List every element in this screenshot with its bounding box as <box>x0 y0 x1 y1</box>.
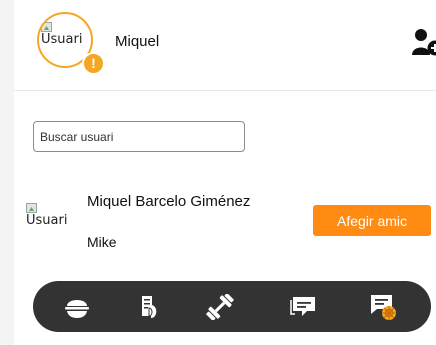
broken-image-icon <box>41 22 52 32</box>
left-border <box>0 0 14 345</box>
chat-icon <box>290 297 315 316</box>
username: Miquel <box>115 33 160 50</box>
profile-avatar[interactable]: Usuari ! <box>37 12 105 75</box>
avatar-image: Usuari <box>41 22 82 47</box>
nav-item-workout[interactable] <box>205 294 235 320</box>
user-plus-icon[interactable] <box>412 28 436 56</box>
friend-avatar-alt-text: Usuari <box>26 213 68 228</box>
alert-badge: ! <box>82 52 105 75</box>
broken-image-icon <box>26 203 37 213</box>
add-friend-button[interactable]: Afegir amic <box>313 205 431 236</box>
friend-avatar: Usuari <box>26 203 67 228</box>
nav-item-chat[interactable] <box>289 294 319 320</box>
profile-header: Usuari ! Miquel <box>14 0 436 91</box>
list-item: Usuari Miquel Barcelo Giménez Mike Afegi… <box>14 180 436 270</box>
nav-item-ai-chat[interactable] <box>368 294 398 320</box>
bottom-navigation <box>33 281 431 332</box>
dumbbell-icon <box>206 294 234 320</box>
nav-item-nutrition[interactable] <box>134 294 164 320</box>
app-window: Usuari ! Miquel Usuari Miquel Barcelo Gi… <box>0 0 436 345</box>
nav-item-food[interactable] <box>62 294 92 320</box>
friend-name: Miquel Barcelo Giménez <box>87 193 251 210</box>
search-input[interactable] <box>33 121 245 152</box>
nutrition-icon <box>142 296 157 318</box>
friend-nickname: Mike <box>87 234 117 250</box>
food-bowl-icon <box>65 300 89 318</box>
ai-chat-icon <box>371 295 396 320</box>
avatar-alt-text: Usuari <box>41 32 83 47</box>
